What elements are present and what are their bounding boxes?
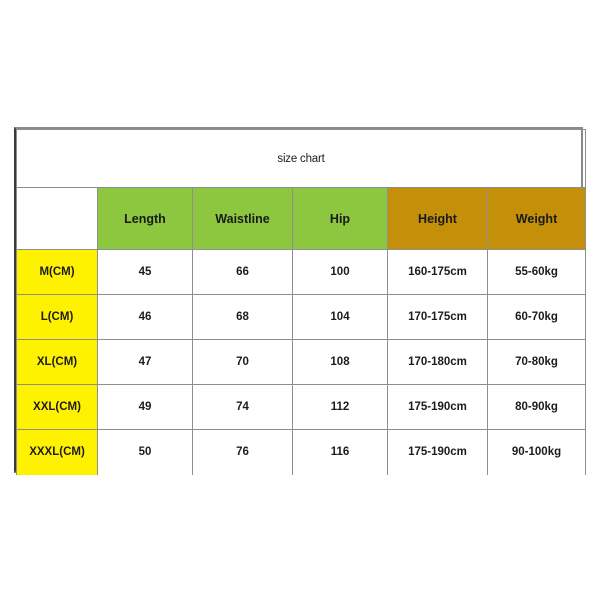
table-row: L(CM) 46 68 104 170-175cm 60-70kg	[16, 294, 587, 340]
cell-xxxl-hip: 116	[292, 429, 388, 475]
cell-m-hip: 100	[292, 249, 388, 295]
cell-xxl-waistline: 74	[192, 384, 293, 430]
cell-xl-waistline: 70	[192, 339, 293, 385]
size-label-m: M(CM)	[16, 249, 98, 295]
cell-xl-weight: 70-80kg	[486, 339, 587, 385]
size-label-xl: XL(CM)	[16, 339, 98, 385]
header-corner-cell	[16, 187, 98, 250]
column-header-hip: Hip	[292, 187, 388, 250]
column-header-waistline: Waistline	[192, 187, 293, 250]
column-header-height: Height	[387, 187, 488, 250]
table-row: XXL(CM) 49 74 112 175-190cm 80-90kg	[16, 384, 587, 430]
cell-xxxl-length: 50	[97, 429, 193, 475]
cell-l-hip: 104	[292, 294, 388, 340]
size-label-xxxl: XXXL(CM)	[16, 429, 98, 475]
cell-xl-hip: 108	[292, 339, 388, 385]
table-row: M(CM) 45 66 100 160-175cm 55-60kg	[16, 249, 587, 295]
cell-m-length: 45	[97, 249, 193, 295]
cell-xl-height: 170-180cm	[387, 339, 488, 385]
cell-xxxl-weight: 90-100kg	[486, 429, 587, 475]
column-header-weight: Weight	[486, 187, 587, 250]
cell-xl-length: 47	[97, 339, 193, 385]
column-header-length: Length	[97, 187, 193, 250]
cell-m-height: 160-175cm	[387, 249, 488, 295]
cell-m-waistline: 66	[192, 249, 293, 295]
cell-xxl-weight: 80-90kg	[486, 384, 587, 430]
size-chart-table: size chart Length Waistline Hip Height W…	[15, 129, 587, 475]
cell-xxl-length: 49	[97, 384, 193, 430]
cell-xxxl-waistline: 76	[192, 429, 293, 475]
title-row: size chart	[15, 129, 587, 188]
page-title: size chart	[15, 129, 587, 188]
size-chart-container: size chart Length Waistline Hip Height W…	[14, 127, 587, 475]
table-row: XXXL(CM) 50 76 116 175-190cm 90-100kg	[16, 429, 587, 475]
column-header-row: Length Waistline Hip Height Weight	[16, 187, 587, 250]
cell-l-height: 170-175cm	[387, 294, 488, 340]
cell-xxl-hip: 112	[292, 384, 388, 430]
size-label-l: L(CM)	[16, 294, 98, 340]
size-label-xxl: XXL(CM)	[16, 384, 98, 430]
table-row: XL(CM) 47 70 108 170-180cm 70-80kg	[16, 339, 587, 385]
cell-l-weight: 60-70kg	[486, 294, 587, 340]
cell-l-length: 46	[97, 294, 193, 340]
cell-m-weight: 55-60kg	[486, 249, 587, 295]
cell-l-waistline: 68	[192, 294, 293, 340]
cell-xxxl-height: 175-190cm	[387, 429, 488, 475]
cell-xxl-height: 175-190cm	[387, 384, 488, 430]
